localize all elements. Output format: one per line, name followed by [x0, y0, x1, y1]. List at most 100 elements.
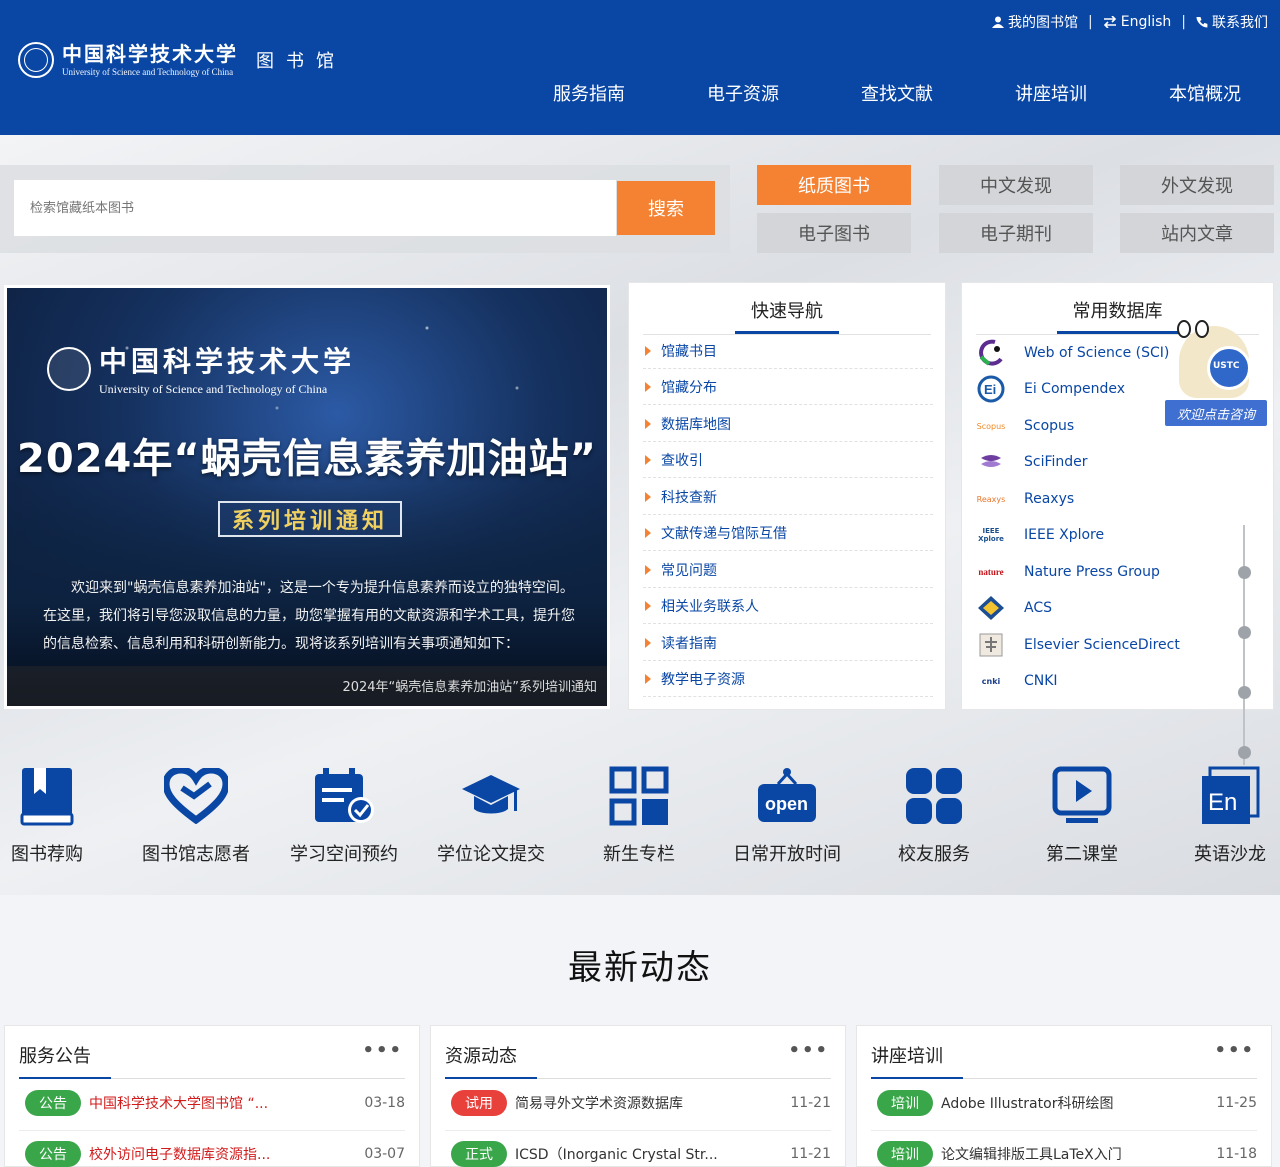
consult-mascot[interactable]: USTC 欢迎点击咨询: [1165, 318, 1267, 426]
database-name: Web of Science (SCI): [1024, 345, 1170, 361]
database-item[interactable]: Elsevier ScienceDirect: [976, 627, 1236, 663]
quick-nav-label: 馆藏分布: [661, 379, 717, 396]
nature-logo-icon: nature: [978, 567, 1004, 577]
news-card-title: 资源动态: [445, 1046, 517, 1067]
elsevier-logo-icon: [976, 632, 1006, 658]
database-item[interactable]: nature Nature Press Group: [976, 554, 1236, 590]
service-freshman[interactable]: 新生专栏: [574, 760, 704, 870]
quick-nav-item[interactable]: 相关业务联系人: [643, 588, 933, 624]
logo-english-name: University of Science and Technology of …: [62, 66, 234, 77]
database-name: IEEE Xplore: [1024, 527, 1105, 543]
news-item[interactable]: 公告 中国科学技术大学图书馆 “... 03-18: [25, 1088, 405, 1118]
search-type-site-articles[interactable]: 站内文章: [1120, 213, 1274, 253]
svg-text:open: open: [765, 794, 808, 814]
triangle-right-icon: [645, 491, 651, 502]
row-divider: [871, 1130, 1257, 1131]
english-en-icon: En: [1198, 764, 1262, 828]
quick-nav-item[interactable]: 科技查新: [643, 479, 933, 515]
service-thesis-submit[interactable]: 学位论文提交: [426, 760, 556, 870]
more-dots-icon[interactable]: •••: [362, 1040, 403, 1061]
contact-link[interactable]: 联系我们: [1196, 12, 1268, 32]
my-library-link[interactable]: 我的图书馆: [992, 12, 1078, 32]
nav-item-e-resources[interactable]: 电子资源: [666, 76, 820, 110]
news-card-title: 讲座培训: [871, 1046, 943, 1067]
english-link[interactable]: English: [1103, 14, 1171, 30]
search-type-chinese-discovery[interactable]: 中文发现: [939, 165, 1093, 205]
quick-nav-item[interactable]: 馆藏分布: [643, 369, 933, 405]
nav-item-find-literature[interactable]: 查找文献: [820, 76, 974, 110]
search-type-ejournals[interactable]: 电子期刊: [939, 213, 1093, 253]
nav-item-about[interactable]: 本馆概况: [1128, 76, 1280, 110]
graduation-cap-icon: [459, 764, 523, 828]
banner-subtitle: 系列培训通知: [218, 501, 402, 537]
news-item-date: 03-07: [364, 1146, 405, 1162]
video-play-icon: [1050, 764, 1114, 828]
nav-item-service-guide[interactable]: 服务指南: [512, 76, 666, 110]
quick-nav-item[interactable]: 查收引: [643, 442, 933, 478]
scroll-dot[interactable]: [1238, 626, 1251, 639]
search-button[interactable]: 搜索: [617, 181, 715, 235]
scroll-track: [1243, 525, 1245, 765]
logo-library-text: 图书馆: [256, 51, 346, 72]
service-alumni[interactable]: 校友服务: [869, 760, 999, 870]
card-divider: [19, 1077, 405, 1079]
quick-nav-label: 文献传递与馆际互借: [661, 525, 787, 542]
database-name: SciFinder: [1024, 454, 1088, 470]
my-library-label: 我的图书馆: [1008, 15, 1078, 31]
quick-nav-item[interactable]: 读者指南: [643, 625, 933, 661]
quick-nav-label: 读者指南: [661, 635, 717, 652]
database-item[interactable]: IEEE Xplore IEEE Xplore: [976, 517, 1236, 553]
service-study-space[interactable]: 学习空间预约: [279, 760, 409, 870]
service-opening-hours[interactable]: open 日常开放时间: [722, 760, 852, 870]
news-item[interactable]: 培训 论文编辑排版工具LaTeX入门 11-18: [877, 1139, 1257, 1167]
service-label: 第二课堂: [1046, 844, 1118, 865]
news-item[interactable]: 公告 校外访问电子数据库资源指... 03-07: [25, 1139, 405, 1167]
news-tag: 公告: [25, 1141, 81, 1167]
database-item[interactable]: Reaxys Reaxys: [976, 481, 1236, 517]
service-volunteer[interactable]: 图书馆志愿者: [131, 760, 261, 870]
news-item[interactable]: 试用 简易寻外文学术资源数据库 11-21: [451, 1088, 831, 1118]
banner-caption[interactable]: 2024年“蜗壳信息素养加油站”系列培训通知: [7, 666, 607, 706]
service-label: 学位论文提交: [437, 844, 545, 865]
service-english-salon[interactable]: En 英语沙龙: [1165, 760, 1280, 870]
quick-nav-item[interactable]: 数据库地图: [643, 406, 933, 442]
scroll-dot[interactable]: [1238, 566, 1251, 579]
mascot-consult-label: 欢迎点击咨询: [1165, 400, 1267, 426]
scroll-dot[interactable]: [1238, 686, 1251, 699]
service-label: 学习空间预约: [290, 844, 398, 865]
top-links: 我的图书馆 | English | 联系我们: [992, 12, 1268, 32]
row-divider: [445, 1130, 831, 1131]
search-input[interactable]: [14, 180, 616, 236]
database-item[interactable]: SciFinder: [976, 444, 1236, 480]
database-item[interactable]: ACS: [976, 590, 1236, 626]
service-book-recommend[interactable]: 图书荐购: [0, 760, 112, 870]
more-dots-icon[interactable]: •••: [788, 1040, 829, 1061]
service-label: 图书馆志愿者: [142, 844, 250, 865]
mascot-eye: [1195, 320, 1209, 338]
quick-nav-item[interactable]: 常见问题: [643, 552, 933, 588]
triangle-right-icon: [645, 345, 651, 356]
service-second-classroom[interactable]: 第二课堂: [1017, 760, 1147, 870]
site-logo[interactable]: 中国科学技术大学 University of Science and Techn…: [18, 42, 346, 78]
news-item-text: 校外访问电子数据库资源指...: [89, 1147, 271, 1163]
search-type-ebooks[interactable]: 电子图书: [757, 213, 911, 253]
search-type-foreign-discovery[interactable]: 外文发现: [1120, 165, 1274, 205]
triangle-right-icon: [645, 381, 651, 392]
reaxys-logo-icon: Reaxys: [976, 494, 1006, 504]
quick-nav-label: 科技查新: [661, 489, 717, 506]
mascot-badge: USTC: [1213, 361, 1240, 371]
scroll-dot[interactable]: [1238, 746, 1251, 759]
news-item[interactable]: 正式 ICSD（Inorganic Crystal Str... 11-21: [451, 1139, 831, 1167]
database-item[interactable]: cnki CNKI: [976, 663, 1236, 699]
news-banner[interactable]: 中国科学技术大学 University of Science and Techn…: [4, 285, 610, 709]
news-tag: 公告: [25, 1090, 81, 1116]
quick-nav-item[interactable]: 文献传递与馆际互借: [643, 515, 933, 551]
search-type-print-books[interactable]: 纸质图书: [757, 165, 911, 205]
news-item[interactable]: 培训 Adobe Illustrator科研绘图 11-25: [877, 1088, 1257, 1118]
book-icon: [15, 764, 79, 828]
banner-title: 2024年“蜗壳信息素养加油站”: [17, 436, 597, 482]
nav-item-lectures[interactable]: 讲座培训: [974, 76, 1128, 110]
quick-nav-item[interactable]: 教学电子资源: [643, 661, 933, 697]
more-dots-icon[interactable]: •••: [1214, 1040, 1255, 1061]
quick-nav-item[interactable]: 馆藏书目: [643, 333, 933, 369]
